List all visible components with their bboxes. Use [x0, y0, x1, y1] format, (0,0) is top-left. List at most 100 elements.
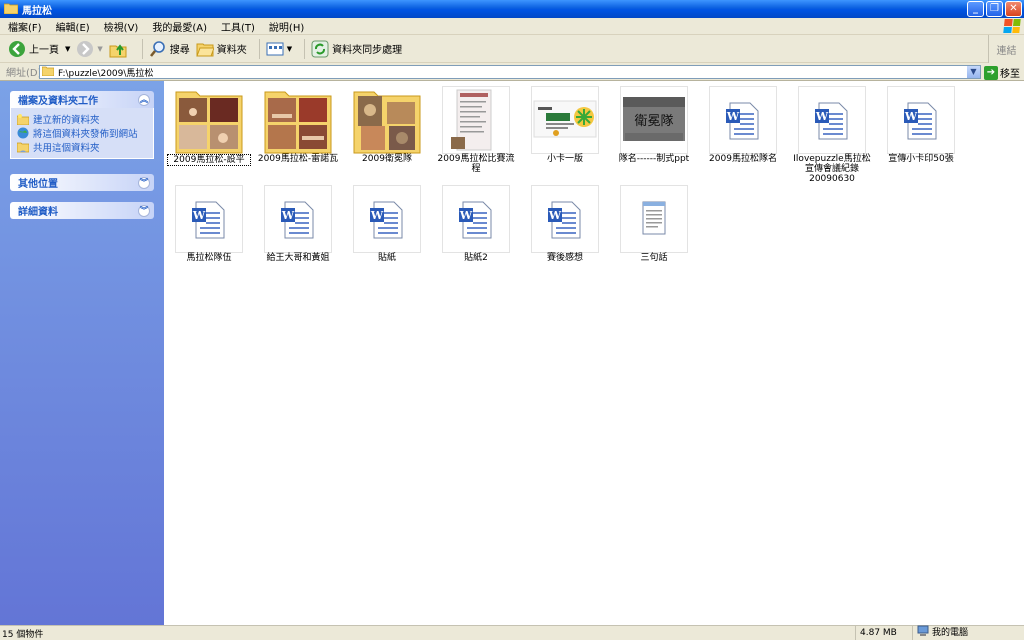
svg-text:W: W — [815, 110, 829, 123]
links-button[interactable]: 連結 — [988, 35, 1024, 63]
search-label: 搜尋 — [169, 45, 190, 56]
location-label: 我的電腦 — [932, 628, 969, 638]
menu-help[interactable]: 說明(H) — [269, 19, 304, 34]
word-document-icon: W — [531, 185, 599, 253]
svg-text:W: W — [281, 209, 295, 222]
other-places-header[interactable]: 其他位置 ︾ — [10, 174, 154, 191]
address-bar: 網址(D) F:\puzzle\2009\馬拉松 ▼ ➔ 移至 — [0, 63, 1024, 81]
svg-text:W: W — [904, 110, 918, 123]
minimize-button[interactable]: _ — [967, 1, 984, 17]
restore-button[interactable]: ❐ — [986, 1, 1003, 17]
sync-label: 資料夾同步處理 — [332, 45, 403, 56]
search-button[interactable]: 搜尋 — [149, 40, 190, 58]
word-document-icon: W — [264, 185, 332, 253]
file-name: Ilovepuzzle馬拉松宣傳會議紀錄20090630 — [793, 154, 871, 184]
address-dropdown-icon[interactable]: ▼ — [967, 66, 980, 78]
word-document-icon: W — [442, 185, 510, 253]
task-label: 建立新的資料夾 — [33, 115, 100, 126]
my-computer-icon — [917, 625, 929, 640]
ppt-title-text: 衛冕隊 — [634, 113, 673, 129]
back-arrow-icon — [8, 40, 26, 58]
file-name: 三句話 — [640, 253, 668, 263]
panel-title: 檔案及資料夾工作 — [18, 96, 98, 107]
forward-button[interactable]: ▼ — [76, 40, 103, 58]
go-arrow-icon: ➔ — [984, 65, 998, 80]
close-button[interactable]: ✕ — [1005, 1, 1022, 17]
svg-text:W: W — [370, 209, 384, 222]
details-panel: 詳細資料 ︾ — [10, 202, 154, 219]
window-title: 馬拉松 — [22, 5, 52, 17]
word-document-icon: W — [175, 185, 243, 253]
file-view[interactable]: 2009馬拉松-設平 2009馬拉松-雷諾瓦 2009衛冕隊 2009馬拉松比賽… — [164, 81, 1024, 625]
title-bar[interactable]: 馬拉松 _ ❐ ✕ — [0, 0, 1024, 18]
panel-title: 詳細資料 — [18, 207, 58, 218]
folders-button[interactable]: 資料夾 — [196, 40, 247, 58]
back-button[interactable]: 上一頁 ▼ — [8, 40, 70, 58]
expand-chevron-icon[interactable]: ︾ — [138, 204, 150, 217]
views-button[interactable]: ▼ — [266, 40, 292, 58]
forward-dropdown-icon[interactable]: ▼ — [97, 45, 102, 53]
up-folder-icon — [109, 40, 127, 58]
toolbar: 上一頁 ▼ ▼ 搜尋 資料夾 ▼ 資料夾同步處理 — [0, 35, 1024, 63]
views-dropdown-icon[interactable]: ▼ — [287, 45, 292, 53]
views-icon — [266, 40, 284, 58]
details-header[interactable]: 詳細資料 ︾ — [10, 202, 154, 219]
search-icon — [149, 40, 167, 58]
file-name: 2009馬拉松-設平 — [167, 154, 251, 166]
folder-icon — [3, 2, 19, 17]
toolbar-separator — [304, 38, 306, 59]
ppt-image-thumbnail: 衛冕隊 — [620, 86, 688, 154]
file-folder-tasks-panel: 檔案及資料夾工作 ︽ 建立新的資料夾 將這個資料夾發佈到網站 共用這個資料夾 — [10, 91, 154, 159]
menu-view[interactable]: 檢視(V) — [104, 19, 139, 34]
file-folder-tasks-header[interactable]: 檔案及資料夾工作 ︽ — [10, 91, 154, 108]
folders-label: 資料夾 — [216, 45, 247, 56]
expand-chevron-icon[interactable]: ︾ — [138, 176, 150, 189]
back-label: 上一頁 — [29, 45, 59, 56]
go-label: 移至 — [1000, 69, 1020, 80]
folders-icon — [196, 40, 215, 58]
share-folder-task[interactable]: 共用這個資料夾 — [16, 140, 147, 154]
address-value: F:\puzzle\2009\馬拉松 — [58, 68, 154, 79]
new-folder-task[interactable]: 建立新的資料夾 — [16, 112, 147, 126]
task-label: 共用這個資料夾 — [33, 143, 100, 154]
forward-arrow-icon — [76, 40, 94, 58]
file-name: 貼紙2 — [464, 253, 488, 263]
other-places-panel: 其他位置 ︾ — [10, 174, 154, 191]
photo-folder-thumbnail — [175, 86, 243, 154]
windows-logo-icon — [1003, 19, 1021, 33]
art-folder-thumbnail — [353, 86, 421, 154]
address-label: 網址(D) — [6, 68, 42, 79]
menu-bar: 檔案(F) 編輯(E) 檢視(V) 我的最愛(A) 工具(T) 說明(H) — [0, 18, 1024, 35]
folder-icon — [41, 66, 55, 79]
word-document-icon: W — [887, 86, 955, 154]
back-dropdown-icon[interactable]: ▼ — [65, 45, 70, 53]
folder-sync-button[interactable]: 資料夾同步處理 — [311, 40, 402, 58]
card-image-thumbnail — [531, 86, 599, 154]
file-name: 2009衛冕隊 — [362, 154, 412, 164]
panel-title: 其他位置 — [18, 179, 58, 190]
task-pane: 檔案及資料夾工作 ︽ 建立新的資料夾 將這個資料夾發佈到網站 共用這個資料夾 其… — [0, 81, 164, 625]
share-folder-icon — [16, 141, 30, 153]
collapse-chevron-icon[interactable]: ︽ — [138, 93, 150, 106]
go-button[interactable]: ➔ 移至 — [984, 65, 1020, 80]
location-zone: 我的電腦 — [912, 625, 969, 640]
publish-web-task[interactable]: 將這個資料夾發佈到網站 — [17, 126, 147, 140]
sync-icon — [311, 40, 329, 58]
file-name: 給王大哥和黃姐 — [266, 253, 330, 263]
toolbar-separator — [141, 38, 143, 59]
object-count: 15 個物件 — [2, 630, 44, 640]
file-name: 2009馬拉松-雷諾瓦 — [257, 154, 339, 164]
file-name: 賽後感想 — [546, 253, 583, 263]
up-folder-button[interactable] — [109, 40, 130, 58]
menu-tools[interactable]: 工具(T) — [221, 19, 255, 34]
new-folder-icon — [16, 113, 30, 126]
address-input[interactable]: F:\puzzle\2009\馬拉松 ▼ — [39, 65, 981, 79]
word-document-icon: W — [709, 86, 777, 154]
svg-text:W: W — [459, 209, 473, 222]
svg-text:W: W — [548, 209, 562, 222]
menu-favorites[interactable]: 我的最愛(A) — [152, 19, 207, 34]
file-name: 馬拉松隊伍 — [186, 253, 232, 263]
menu-file[interactable]: 檔案(F) — [8, 19, 42, 34]
file-name: 小卡一版 — [546, 154, 583, 164]
menu-edit[interactable]: 編輯(E) — [56, 19, 90, 34]
